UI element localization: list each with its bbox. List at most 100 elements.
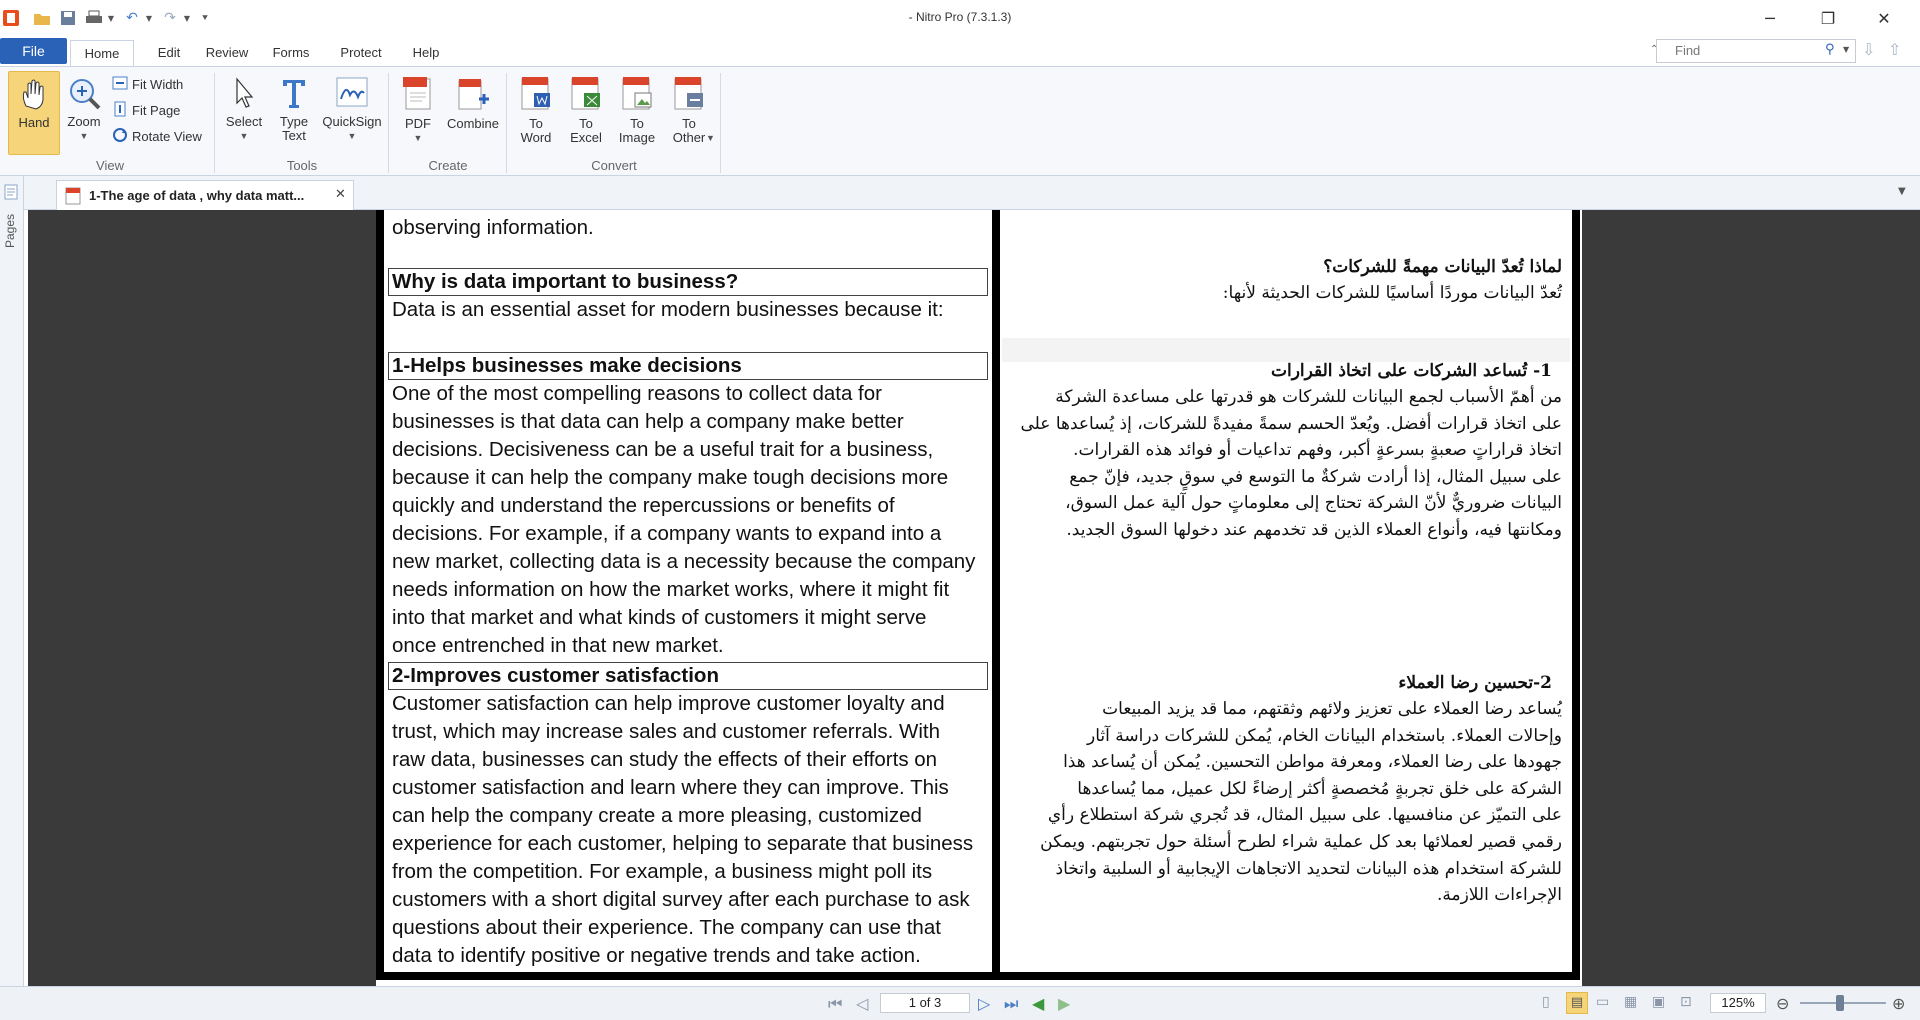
pdf-document-icon <box>400 75 436 113</box>
find-placeholder: Find <box>1675 43 1701 58</box>
next-page-icon[interactable]: ▷ <box>978 994 990 1013</box>
arabic-p1-line: على اتخاذ قرارات أفضل. ويُعدّ الحسم سمةً… <box>1020 413 1562 434</box>
english-p1-line: because it can help the company make tou… <box>392 466 949 489</box>
quicksign-dropdown-icon: ▼ <box>347 131 357 141</box>
hand-label: Hand <box>18 115 50 130</box>
close-button[interactable]: ✕ <box>1856 0 1912 36</box>
quicksign-button[interactable]: QuickSign ▼ <box>320 71 384 153</box>
tab-help[interactable]: Help <box>402 41 450 65</box>
select-dropdown-icon: ▼ <box>239 131 249 141</box>
group-separator <box>506 73 507 173</box>
arabic-p2-line: يُساعد رضا العملاء على تعزيز ولائهم وثقت… <box>1102 699 1562 719</box>
view-group-label: View <box>96 158 124 173</box>
find-next-icon[interactable]: ⇩ <box>1862 40 1875 59</box>
group-separator <box>720 73 721 173</box>
english-p2-line: Customer satisfaction can help improve c… <box>392 692 945 715</box>
table-border-left <box>376 210 384 980</box>
tab-home[interactable]: Home <box>70 40 134 67</box>
fit-page-button[interactable]: Fit Page <box>112 101 180 120</box>
english-heading-2: 2-Improves customer satisfaction <box>392 664 719 687</box>
to-excel-button[interactable]: To Excel <box>564 71 608 153</box>
tab-protect[interactable]: Protect <box>330 41 392 65</box>
arabic-p2-line: الإجراءات اللازمة. <box>1436 885 1562 906</box>
arabic-intro: تُعدّ البيانات موردًا أساسيًا للشركات ال… <box>1222 283 1562 303</box>
create-pdf-button[interactable]: PDF ▼ <box>396 71 440 153</box>
document-tab[interactable]: 1-The age of data , why data matt... ✕ <box>56 180 354 210</box>
search-icon[interactable]: ⚲ <box>1825 42 1835 57</box>
table-border-bottom <box>376 972 1580 980</box>
english-paragraph-1: One of the most compelling reasons to co… <box>392 380 988 660</box>
zoom-label: Zoom <box>67 114 101 129</box>
rotate-view-button[interactable]: Rotate View <box>112 127 202 146</box>
hand-icon <box>16 76 52 112</box>
tab-list-dropdown-icon[interactable]: ▼ <box>1898 186 1906 197</box>
rotate-view-icon <box>112 127 128 146</box>
english-heading-why: Why is data important to business? <box>392 270 739 293</box>
tab-review[interactable]: Review <box>196 41 258 65</box>
arabic-paragraph-1: من أهمّ الأسباب لجمع البيانات للشركات هو… <box>1002 384 1562 544</box>
go-back-icon[interactable]: ◀ <box>1032 994 1044 1013</box>
fit-width-icon <box>112 75 128 94</box>
go-forward-icon[interactable]: ▶ <box>1058 994 1070 1013</box>
continuous-facing-view-icon[interactable]: ▦ <box>1624 994 1637 1010</box>
type-text-icon <box>277 75 311 111</box>
arabic-p2-line: رقمي قصير لعملائها بعد كل عملية شراء لطر… <box>1040 831 1562 852</box>
zoom-button[interactable]: Zoom ▼ <box>62 71 106 153</box>
arabic-p1-line: ومكانتها فيه، وأنواع العملاء الذين قد تخ… <box>1066 519 1562 540</box>
tab-edit[interactable]: Edit <box>144 41 194 65</box>
find-options-dropdown-icon[interactable]: ▼ <box>1843 45 1849 54</box>
convert-group-label: Convert <box>591 158 637 173</box>
first-page-icon[interactable]: ⏮ <box>828 994 842 1014</box>
to-word-button[interactable]: To Word <box>514 71 558 153</box>
previous-page-icon[interactable]: ◁ <box>856 994 868 1013</box>
pages-panel-label: Pages <box>3 213 17 248</box>
arabic-p1-line: على سبيل المثال، إذا أرادت شركةٌ ما التو… <box>1069 466 1562 487</box>
fit-width-button[interactable]: Fit Width <box>112 75 183 94</box>
english-p1-line: needs information on how the market work… <box>392 578 950 601</box>
type-text-button[interactable]: Type Text <box>272 71 316 153</box>
single-page-view-icon[interactable]: ▯ <box>1542 994 1550 1010</box>
continuous-view-icon[interactable]: ▤ <box>1566 992 1588 1014</box>
tools-group-label: Tools <box>286 158 318 173</box>
zoom-level-input[interactable]: 125% <box>1710 993 1766 1013</box>
group-separator <box>388 73 389 173</box>
restore-button[interactable]: ❐ <box>1800 0 1856 36</box>
english-p1-line: decisions. For example, if a company wan… <box>392 522 942 545</box>
combine-icon <box>455 75 491 113</box>
arabic-heading-2: 2-تحسين رضا العملاء <box>1398 673 1552 693</box>
other-format-icon <box>671 75 707 113</box>
pages-panel-icon[interactable] <box>4 184 18 203</box>
select-tool-button[interactable]: Select ▼ <box>222 71 266 153</box>
full-screen-view-icon[interactable]: ⊡ <box>1680 994 1692 1010</box>
english-observing-line: observing information. <box>392 216 594 239</box>
to-excel-label-1: To <box>579 116 593 131</box>
to-other-button[interactable]: To Other ▼ <box>664 71 715 153</box>
find-previous-icon[interactable]: ⇧ <box>1888 40 1901 59</box>
facing-view-icon[interactable]: ▭ <box>1596 994 1609 1010</box>
table-border-right <box>1572 210 1580 980</box>
fit-width-view-icon[interactable]: ▣ <box>1652 994 1665 1010</box>
english-p1-line: into that market and what kinds of custo… <box>392 606 927 629</box>
page-number-input[interactable]: 1 of 3 <box>880 993 970 1013</box>
hand-tool-button[interactable]: Hand <box>8 71 60 155</box>
tab-forms[interactable]: Forms <box>264 41 318 65</box>
last-page-icon[interactable]: ⏭ <box>1004 994 1018 1014</box>
minimize-button[interactable]: ─ <box>1742 0 1798 36</box>
status-bar: ⏮ ◁ 1 of 3 ▷ ⏭ ◀ ▶ ▯ ▤ ▭ ▦ ▣ ⊡ 125% ⊖ ⊕ <box>0 986 1920 1020</box>
english-p1-line: new market, collecting data is a necessi… <box>392 550 976 573</box>
to-image-button[interactable]: To Image <box>614 71 660 153</box>
zoom-out-icon[interactable]: ⊖ <box>1776 994 1789 1013</box>
pdf-file-icon <box>65 187 81 208</box>
english-p2-line: from the competition. For example, a bus… <box>392 860 933 883</box>
zoom-in-icon[interactable]: ⊕ <box>1892 994 1905 1013</box>
english-p2-line: customer satisfaction and learn where th… <box>392 776 949 799</box>
tab-file[interactable]: File <box>0 38 67 64</box>
zoom-slider-thumb[interactable] <box>1836 995 1844 1011</box>
close-tab-icon[interactable]: ✕ <box>335 187 346 202</box>
find-input[interactable]: Find ⚲ ▼ <box>1656 39 1856 63</box>
arabic-p1-line: من أهمّ الأسباب لجمع البيانات للشركات هو… <box>1055 387 1562 407</box>
zoom-dropdown-icon: ▼ <box>79 131 89 141</box>
english-p1-line: once entrenched in that new market. <box>392 634 724 657</box>
pages-side-panel[interactable]: Pages <box>0 176 24 986</box>
combine-button[interactable]: Combine <box>444 71 502 153</box>
